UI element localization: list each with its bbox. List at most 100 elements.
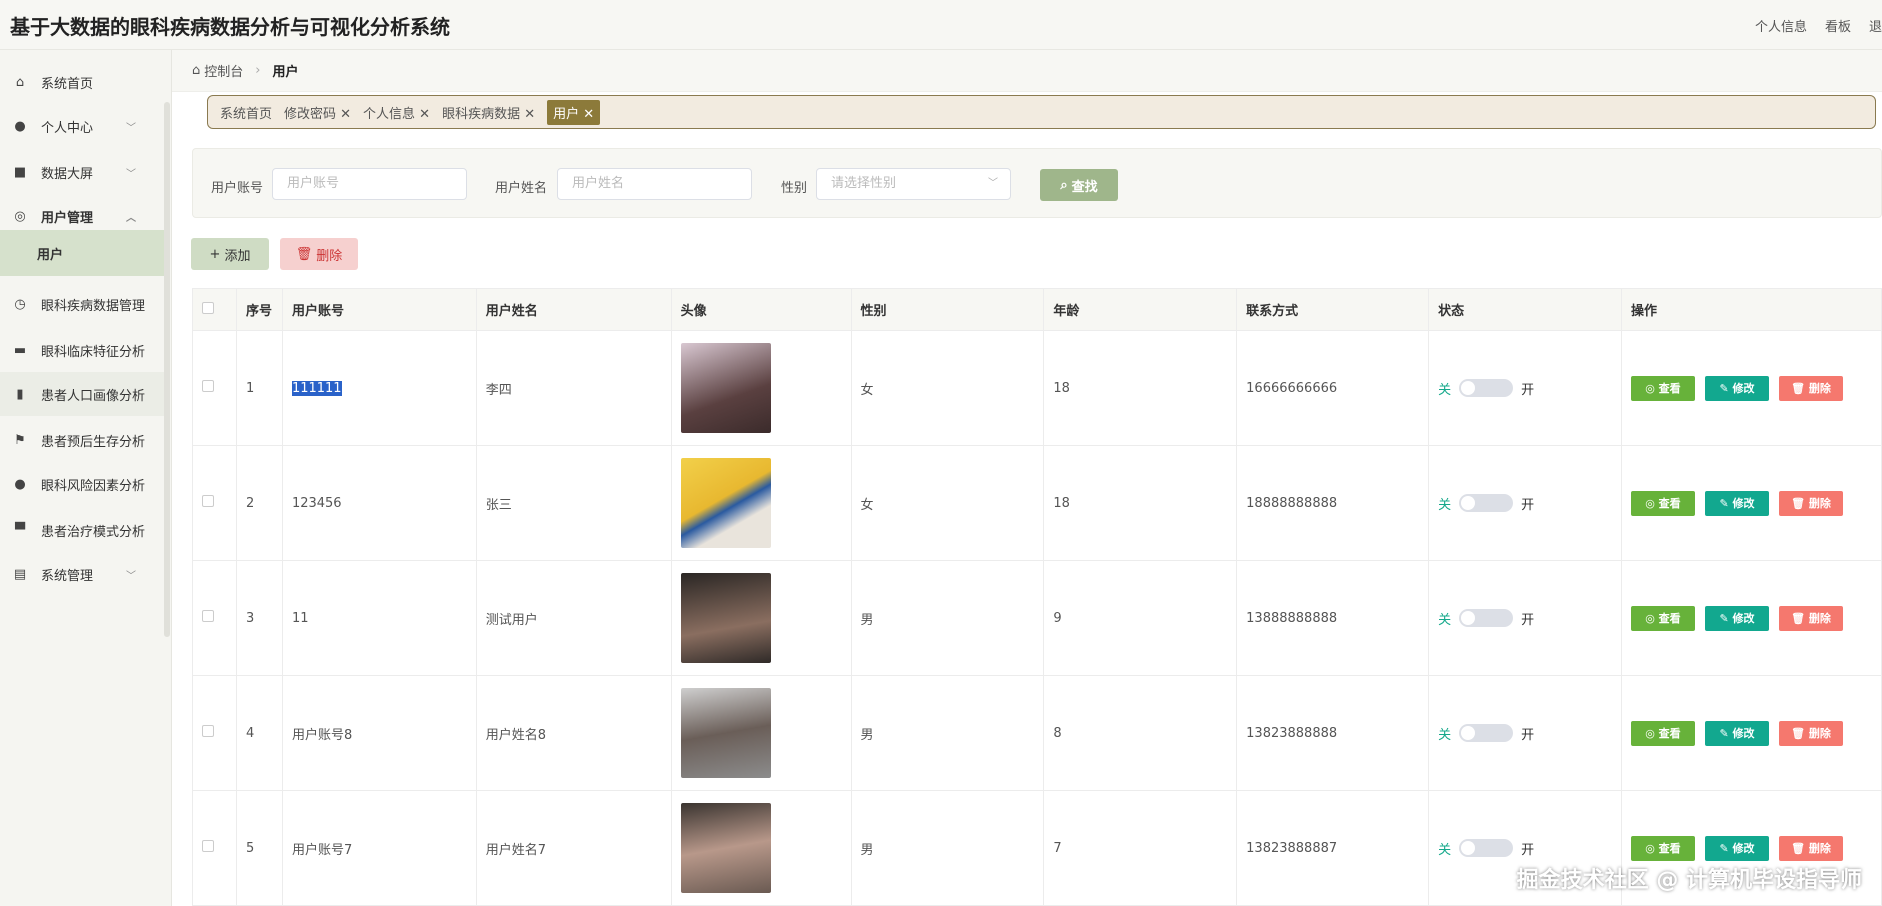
edit-button[interactable]: ✎ 修改 bbox=[1704, 490, 1769, 516]
cell-account: 11 bbox=[281, 560, 477, 676]
logout-link[interactable]: 退 bbox=[1869, 16, 1882, 35]
edit-button[interactable]: ✎ 修改 bbox=[1704, 605, 1769, 631]
cell-phone: 13888888888 bbox=[1236, 560, 1430, 676]
row-select[interactable] bbox=[192, 675, 237, 791]
switch-off-label: 关 bbox=[1438, 727, 1452, 743]
status-toggle[interactable] bbox=[1459, 839, 1514, 857]
cell-name: 测试用户 bbox=[475, 560, 672, 676]
gender-select[interactable]: 请选择性别 ﹀ bbox=[816, 168, 1011, 200]
add-label: 添加 bbox=[224, 248, 251, 264]
status-toggle[interactable] bbox=[1459, 609, 1514, 627]
dashboard-link[interactable]: 看板 bbox=[1825, 16, 1851, 35]
switch-off-label: 关 bbox=[1438, 382, 1452, 398]
sidebar-item-10[interactable]: ▀ 患者治疗模式分析 bbox=[0, 508, 164, 552]
printer-icon: ▀ bbox=[15, 522, 25, 538]
row-checkbox[interactable] bbox=[202, 380, 214, 392]
avatar[interactable] bbox=[680, 573, 771, 663]
cell-age: 7 bbox=[1043, 790, 1238, 906]
view-button[interactable]: ◎ 查看 bbox=[1630, 720, 1695, 746]
cell-age: 8 bbox=[1043, 675, 1238, 791]
chevron-right-icon: › bbox=[255, 63, 261, 78]
cell-no: 1 bbox=[235, 330, 283, 446]
row-select[interactable] bbox=[192, 330, 237, 446]
avatar[interactable] bbox=[680, 343, 771, 433]
status-toggle[interactable] bbox=[1459, 724, 1514, 742]
cell-account: 111111 bbox=[281, 330, 477, 446]
account-input[interactable]: 用户账号 bbox=[272, 168, 467, 200]
row-checkbox[interactable] bbox=[202, 840, 214, 852]
find-button[interactable]: ⌕ 查找 bbox=[1040, 169, 1118, 201]
cell-avatar bbox=[670, 330, 852, 446]
sidebar-item-9[interactable]: ● 眼科风险因素分析 bbox=[0, 462, 164, 506]
edit-button[interactable]: ✎ 修改 bbox=[1704, 835, 1769, 861]
lifebuoy-icon: ◎ bbox=[14, 208, 26, 224]
tag-home[interactable]: 系统首页 bbox=[220, 103, 272, 122]
sidebar-item-label: 系统首页 bbox=[41, 76, 94, 92]
column-header[interactable] bbox=[192, 288, 237, 331]
tag-profile[interactable]: 个人信息 ✕ bbox=[363, 103, 430, 122]
cell-no: 3 bbox=[235, 560, 283, 676]
search-panel: 用户账号 用户账号 用户姓名 用户姓名 性别 请选择性别 ﹀ ⌕ 查找 bbox=[192, 148, 1882, 218]
sidebar-item-8[interactable]: ⚑ 患者预后生存分析 bbox=[0, 418, 164, 462]
sidebar-item-4[interactable]: 用户 bbox=[0, 230, 164, 276]
cell-actions: ◎ 查看 ✎ 修改 🗑 删除 bbox=[1620, 675, 1882, 791]
switch-on-label: 开 bbox=[1521, 612, 1535, 628]
sidebar-item-5[interactable]: ◷ 眼科疾病数据管理 bbox=[0, 282, 164, 326]
sidebar-item-2[interactable]: ■ 数据大屏 ﹀ bbox=[0, 150, 164, 194]
add-button[interactable]: + 添加 bbox=[191, 238, 269, 270]
tag-change-password[interactable]: 修改密码 ✕ bbox=[284, 103, 351, 122]
view-button[interactable]: ◎ 查看 bbox=[1630, 490, 1695, 516]
person-icon: ● bbox=[14, 476, 26, 492]
view-button[interactable]: ◎ 查看 bbox=[1630, 605, 1695, 631]
row-checkbox[interactable] bbox=[202, 495, 214, 507]
cell-gender: 男 bbox=[850, 560, 1045, 676]
view-button[interactable]: ◎ 查看 bbox=[1630, 835, 1695, 861]
row-delete-button[interactable]: 🗑 删除 bbox=[1778, 835, 1843, 861]
edit-button[interactable]: ✎ 修改 bbox=[1704, 375, 1769, 401]
tag-eye-data[interactable]: 眼科疾病数据 ✕ bbox=[442, 103, 535, 122]
sidebar-item-0[interactable]: ⌂ 系统首页 bbox=[0, 60, 164, 104]
cell-status: 关开 bbox=[1428, 330, 1622, 446]
avatar[interactable] bbox=[680, 458, 771, 548]
sidebar-item-11[interactable]: ▤ 系统管理 ﹀ bbox=[0, 552, 164, 596]
row-select[interactable] bbox=[192, 560, 237, 676]
row-select[interactable] bbox=[192, 445, 237, 561]
delete-button[interactable]: 🗑 删除 bbox=[280, 238, 358, 270]
sidebar-item-1[interactable]: ● 个人中心 ﹀ bbox=[0, 104, 164, 148]
sidebar-item-label: 患者预后生存分析 bbox=[41, 434, 146, 450]
row-delete-button[interactable]: 🗑 删除 bbox=[1778, 375, 1843, 401]
cell-name: 张三 bbox=[475, 445, 672, 561]
column-header: 状态 bbox=[1428, 288, 1622, 331]
sidebar-item-7[interactable]: ▮ 患者人口画像分析 bbox=[0, 372, 164, 416]
row-checkbox[interactable] bbox=[202, 610, 214, 622]
view-button[interactable]: ◎ 查看 bbox=[1630, 375, 1695, 401]
column-header: 操作 bbox=[1620, 288, 1882, 331]
sidebar-item-label: 用户 bbox=[37, 247, 64, 263]
edit-button[interactable]: ✎ 修改 bbox=[1704, 720, 1769, 746]
cell-status: 关开 bbox=[1428, 445, 1622, 561]
avatar[interactable] bbox=[680, 688, 771, 778]
sidebar-scrollbar[interactable] bbox=[164, 102, 170, 637]
status-toggle[interactable] bbox=[1459, 379, 1514, 397]
switch-off-label: 关 bbox=[1438, 842, 1452, 858]
cell-avatar bbox=[670, 790, 852, 906]
flag-icon: ⚑ bbox=[14, 432, 26, 448]
cell-age: 18 bbox=[1043, 445, 1238, 561]
cell-account: 用户账号7 bbox=[281, 790, 477, 906]
status-toggle[interactable] bbox=[1459, 494, 1514, 512]
briefcase-icon: ■ bbox=[13, 164, 27, 180]
tag-user[interactable]: 用户 ✕ bbox=[547, 99, 601, 125]
name-input[interactable]: 用户姓名 bbox=[557, 168, 752, 200]
breadcrumb-home[interactable]: 控制台 bbox=[204, 61, 243, 80]
select-all-checkbox[interactable] bbox=[202, 301, 214, 314]
profile-link[interactable]: 个人信息 bbox=[1755, 16, 1807, 35]
sidebar-item-6[interactable]: ▬ 眼科临床特征分析 bbox=[0, 328, 164, 372]
row-delete-button[interactable]: 🗑 删除 bbox=[1778, 720, 1843, 746]
row-delete-button[interactable]: 🗑 删除 bbox=[1778, 605, 1843, 631]
row-select[interactable] bbox=[192, 790, 237, 906]
cell-age: 18 bbox=[1043, 330, 1238, 446]
row-checkbox[interactable] bbox=[202, 725, 214, 737]
avatar[interactable] bbox=[680, 803, 771, 893]
row-delete-button[interactable]: 🗑 删除 bbox=[1778, 490, 1843, 516]
cell-age: 9 bbox=[1043, 560, 1238, 676]
